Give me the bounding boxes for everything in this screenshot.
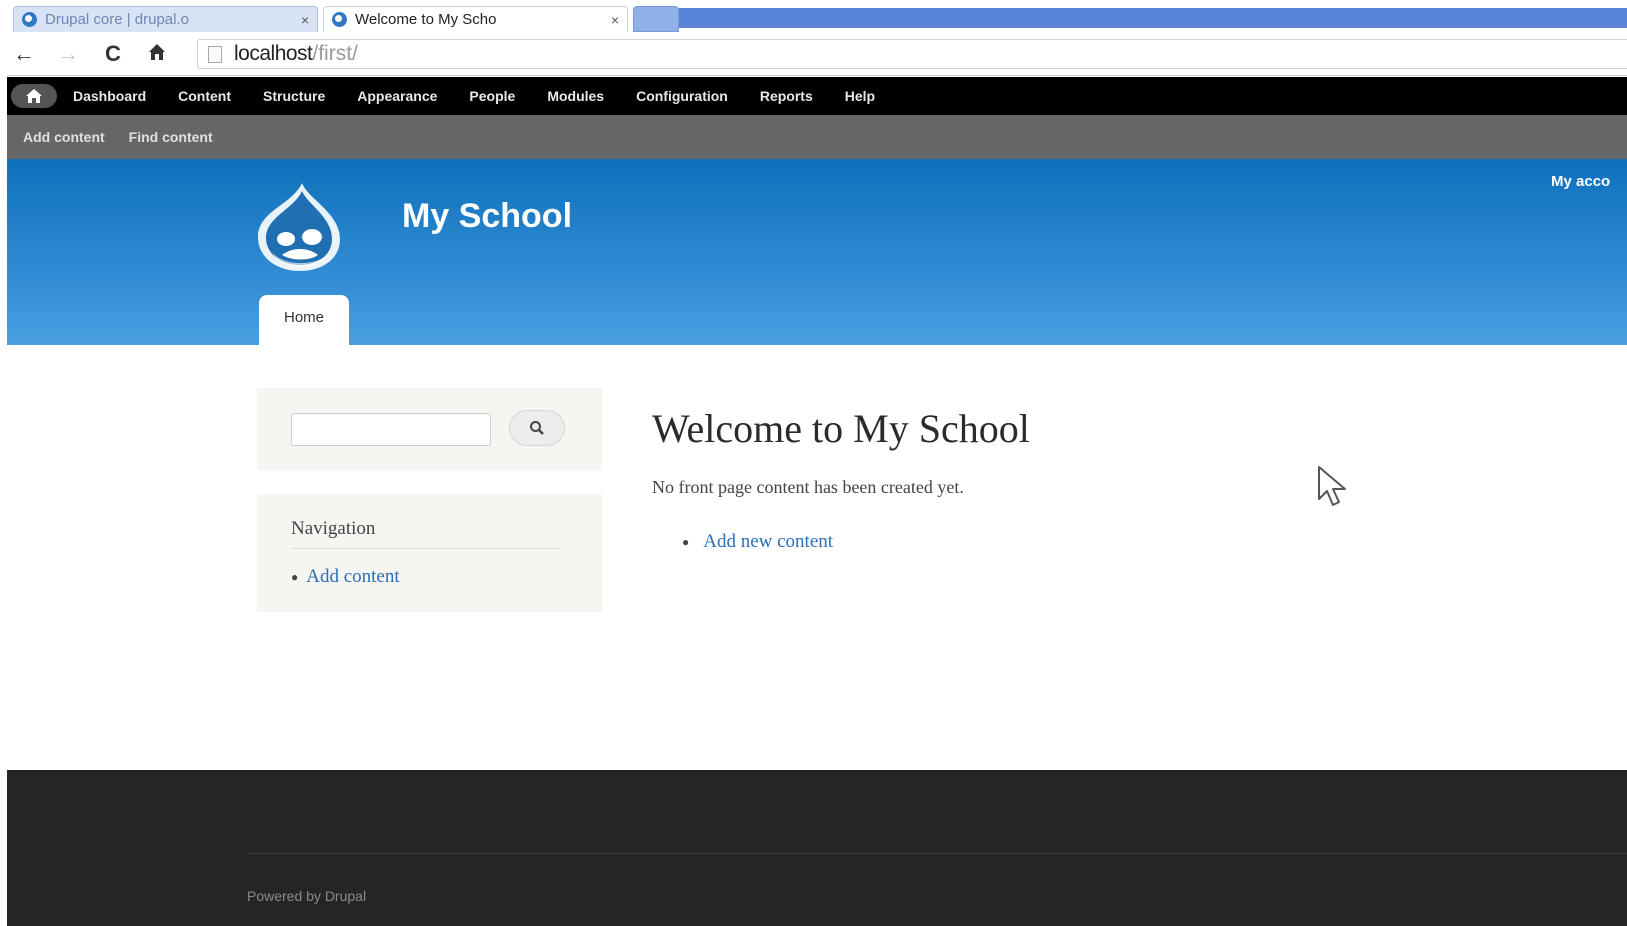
toolbar-item-content[interactable]: Content bbox=[178, 88, 231, 104]
site-header: My School My acco Home bbox=[7, 159, 1627, 347]
shortcut-find-content[interactable]: Find content bbox=[129, 129, 213, 145]
bullet-icon: ● bbox=[291, 570, 299, 585]
new-tab-button[interactable] bbox=[633, 6, 679, 32]
search-input[interactable] bbox=[291, 413, 491, 446]
admin-toolbar: Dashboard Content Structure Appearance P… bbox=[7, 77, 1627, 115]
page-title: Welcome to My School bbox=[652, 406, 1030, 451]
toolbar-item-dashboard[interactable]: Dashboard bbox=[73, 88, 146, 104]
toolbar-item-configuration[interactable]: Configuration bbox=[636, 88, 728, 104]
url-host: localhost bbox=[234, 42, 313, 65]
drupal-favicon-icon bbox=[22, 12, 37, 27]
empty-message: No front page content has been created y… bbox=[652, 477, 964, 497]
navigation-block: Navigation ● Add content bbox=[257, 494, 602, 612]
browser-tab-welcome[interactable]: Welcome to My Scho × bbox=[323, 6, 628, 32]
url-path: /first/ bbox=[312, 42, 358, 65]
tab-home[interactable]: Home bbox=[259, 295, 349, 347]
home-icon[interactable] bbox=[147, 42, 167, 67]
nav-item-label: Add content bbox=[306, 566, 400, 587]
site-name[interactable]: My School bbox=[402, 197, 572, 236]
shortcut-add-content[interactable]: Add content bbox=[23, 129, 105, 145]
mouse-pointer-icon bbox=[1318, 466, 1346, 506]
toolbar-item-modules[interactable]: Modules bbox=[547, 88, 604, 104]
back-arrow-icon[interactable]: ← bbox=[13, 42, 35, 66]
toolbar-item-people[interactable]: People bbox=[469, 88, 515, 104]
toolbar-item-reports[interactable]: Reports bbox=[760, 88, 813, 104]
close-tab-icon[interactable]: × bbox=[611, 12, 619, 28]
shortcuts-bar: Add content Find content bbox=[7, 115, 1627, 159]
tab-strip-background bbox=[647, 8, 1627, 28]
powered-by-drupal[interactable]: Powered by Drupal bbox=[247, 888, 366, 904]
toolbar-item-structure[interactable]: Structure bbox=[263, 88, 325, 104]
browser-window: Drupal core | drupal.o × Welcome to My S… bbox=[7, 0, 1627, 926]
reload-icon[interactable]: C bbox=[105, 42, 121, 66]
forward-arrow-icon[interactable]: → bbox=[57, 42, 79, 66]
nav-item-add-content[interactable]: ● Add content bbox=[291, 566, 400, 588]
toolbar-menu: Dashboard Content Structure Appearance P… bbox=[73, 88, 907, 104]
navigation-title: Navigation bbox=[291, 518, 561, 549]
magnifier-icon bbox=[530, 421, 544, 435]
url-field[interactable]: localhost/first/ bbox=[197, 39, 1627, 69]
search-block bbox=[257, 388, 602, 470]
bullet-icon: ● bbox=[682, 535, 690, 550]
link-label: Add new content bbox=[703, 531, 834, 552]
add-new-content-link[interactable]: ● Add new content bbox=[682, 531, 833, 553]
page-icon bbox=[208, 45, 222, 63]
tab-title: Drupal core | drupal.o bbox=[45, 11, 189, 28]
tab-title: Welcome to My Scho bbox=[355, 11, 497, 28]
drupal-favicon-icon bbox=[332, 12, 347, 27]
my-account-link[interactable]: My acco bbox=[1551, 173, 1610, 190]
toolbar-item-appearance[interactable]: Appearance bbox=[357, 88, 437, 104]
footer-divider bbox=[247, 853, 1627, 854]
toolbar-item-help[interactable]: Help bbox=[845, 88, 875, 104]
tab-strip: Drupal core | drupal.o × Welcome to My S… bbox=[7, 0, 1627, 34]
browser-tab-drupal-core[interactable]: Drupal core | drupal.o × bbox=[13, 6, 318, 32]
toolbar-home-button[interactable] bbox=[11, 84, 57, 108]
site-footer: Powered by Drupal bbox=[7, 770, 1627, 926]
close-tab-icon[interactable]: × bbox=[301, 12, 309, 28]
search-button[interactable] bbox=[509, 410, 565, 446]
address-bar-row: ← → C localhost/first/ bbox=[7, 34, 1627, 76]
drupal-logo-icon[interactable] bbox=[252, 181, 347, 273]
home-icon bbox=[26, 89, 42, 103]
